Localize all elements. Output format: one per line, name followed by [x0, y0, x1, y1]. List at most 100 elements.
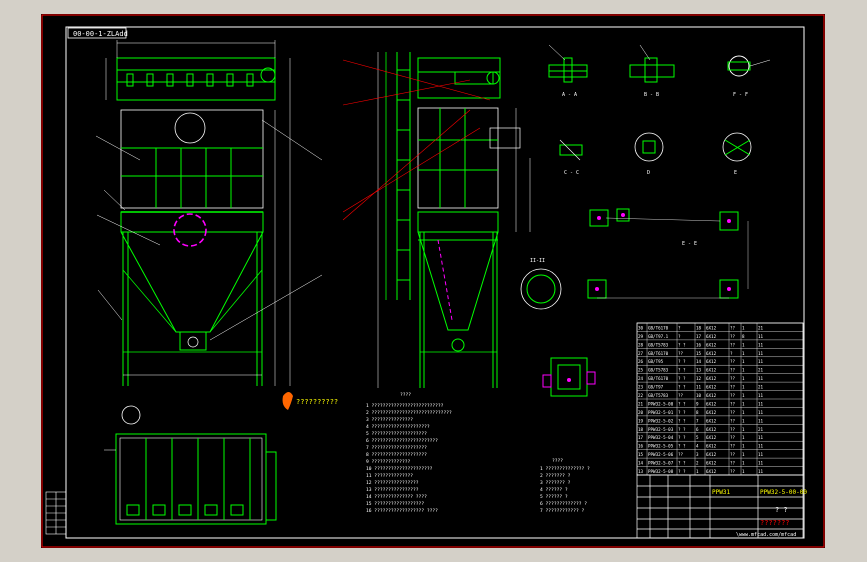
bom-cell: ?? — [730, 359, 736, 364]
label-section-bb: B - B — [644, 92, 659, 98]
title-code: 00-00-1-ZLAdd — [73, 30, 128, 38]
label-section-ff: F - F — [733, 92, 748, 98]
sub-note-line: 6 ????????????? ? — [540, 501, 587, 507]
bom-cell: ? ? — [678, 410, 686, 415]
sub-note-line: 7 ???????????? ? — [540, 508, 584, 514]
bom-cell: 6X12 — [706, 325, 717, 330]
bom-cell: 6X12 — [706, 342, 717, 347]
bom-cell: ?? — [678, 393, 684, 398]
bom-cell: 6X12 — [706, 461, 717, 466]
bom-cell: 30 — [638, 325, 644, 330]
bom-cell: 6X12 — [706, 444, 717, 449]
bom-cell: 12 — [696, 376, 702, 381]
bom-cell: 13 — [638, 469, 644, 474]
bom-cell: 6X12 — [706, 452, 717, 457]
bom-cell: 6X12 — [706, 351, 717, 356]
bom-cell: ?? — [730, 342, 736, 347]
bom-cell: 10 — [696, 393, 702, 398]
bom-cell: 6X12 — [706, 376, 717, 381]
bom-cell: 6X12 — [706, 469, 717, 474]
bom-cell: 6X12 — [706, 393, 717, 398]
bom-cell: 11 — [758, 393, 764, 398]
note-line: 4 ????????????????????? — [366, 424, 430, 430]
bom-cell: ? ? — [678, 435, 686, 440]
bom-cell: ?? — [730, 334, 736, 339]
bom-cell: 11 — [758, 461, 764, 466]
bom-cell: 11 — [696, 385, 702, 390]
bom-cell: PPW32-5-04 — [648, 435, 674, 440]
bom-cell: 6X12 — [706, 368, 717, 373]
bom-cell: 19 — [638, 418, 644, 423]
bom-cell: 6X12 — [706, 410, 717, 415]
bom-cell: ? ? — [678, 418, 686, 423]
bom-cell: ?? — [730, 444, 736, 449]
sub-notes-title: ???? — [552, 458, 563, 464]
bom-cell: ? ? — [678, 469, 686, 474]
note-line: 6 ???????????????????????? — [366, 438, 438, 444]
bom-cell: ?? — [730, 435, 736, 440]
bom-cell: 16 — [696, 342, 702, 347]
bom-cell: 11 — [758, 469, 764, 474]
bom-cell: ?? — [730, 376, 736, 381]
bom-cell: 6X12 — [706, 385, 717, 390]
label-section-ll: II-II — [530, 258, 545, 264]
bom-cell: PPW32-5-03 — [648, 427, 674, 432]
bom-cell: 14 — [638, 461, 644, 466]
label-detail-e: E — [734, 170, 737, 176]
bom-cell: ?? — [730, 325, 736, 330]
bom-cell: PPW32-5-07 — [648, 461, 674, 466]
watermark-url: \www.mfcad.com/mfcad — [736, 532, 796, 538]
note-line: 9 ?????????????? — [366, 459, 410, 465]
bom-cell: ?? — [730, 401, 736, 406]
sub-note-line: 4 ?????? ? — [540, 487, 568, 493]
bom-cell: 11 — [758, 334, 764, 339]
label-section-cc: C - C — [564, 170, 579, 176]
bom-cell: 16 — [638, 444, 644, 449]
logo-text: ?????????? — [296, 398, 338, 406]
label-section-aa: A - A — [562, 92, 577, 98]
bom-cell: GB/T6170 — [648, 325, 669, 330]
bom-cell: 24 — [638, 376, 644, 381]
bom-cell: 15 — [696, 351, 702, 356]
bom-cell: 11 — [758, 444, 764, 449]
note-line: 12 ???????????????? — [366, 480, 419, 486]
bom-cell: ?? — [730, 461, 736, 466]
bom-cell: ? ? — [678, 427, 686, 432]
bom-cell: 11 — [758, 435, 764, 440]
note-line: 10 ????????????????????? — [366, 466, 433, 472]
bom-cell: 11 — [758, 452, 764, 457]
note-line: 16 ?????????????????? ???? — [366, 508, 438, 514]
note-line: 2 ????????????????????????????? — [366, 410, 452, 416]
bom-cell: GB/T6170 — [648, 376, 669, 381]
bom-cell: ? ? — [678, 461, 686, 466]
sub-note-line: 2 ??????? ? — [540, 473, 571, 479]
bom-cell: GB/T6170 — [648, 351, 669, 356]
bom-cell: 6X12 — [706, 427, 717, 432]
bom-cell: PPW32-5-02 — [648, 418, 674, 423]
bom-cell: ? ? — [678, 444, 686, 449]
bom-cell: GB/T5783 — [648, 368, 669, 373]
bom-cell: 22 — [638, 393, 644, 398]
note-line: 13 ???????????????? — [366, 487, 419, 493]
bom-cell: ? ? — [678, 385, 686, 390]
bom-cell: ?? — [730, 368, 736, 373]
bom-cell: 21 — [758, 325, 764, 330]
note-line: 1 ?????????????????????????? — [366, 403, 444, 409]
bom-cell: ?? — [730, 427, 736, 432]
sheet-sub: ??????? — [760, 519, 790, 527]
bom-cell: 26 — [638, 359, 644, 364]
product-code-short: PPW31 — [712, 489, 730, 496]
bom-cell: PPW32-5-05 — [648, 444, 674, 449]
bom-cell: ? ? — [678, 342, 686, 347]
bom-cell: GB/T5783 — [648, 393, 669, 398]
note-line: 7 ???????????????????? — [366, 445, 427, 451]
bom-cell: PPW32-5-01 — [648, 410, 674, 415]
bom-cell: 11 — [758, 410, 764, 415]
bom-cell: ?? — [730, 410, 736, 415]
bom-cell: 23 — [638, 385, 644, 390]
bom-cell: 14 — [696, 359, 702, 364]
bom-cell: PPW32-5-06 — [648, 452, 674, 457]
bom-cell: 11 — [758, 401, 764, 406]
note-line: 11 ?????????????? — [366, 473, 413, 479]
cad-drawing: 00-00-1-ZLAdd ?????????? A - A B - B F -… — [0, 0, 867, 562]
